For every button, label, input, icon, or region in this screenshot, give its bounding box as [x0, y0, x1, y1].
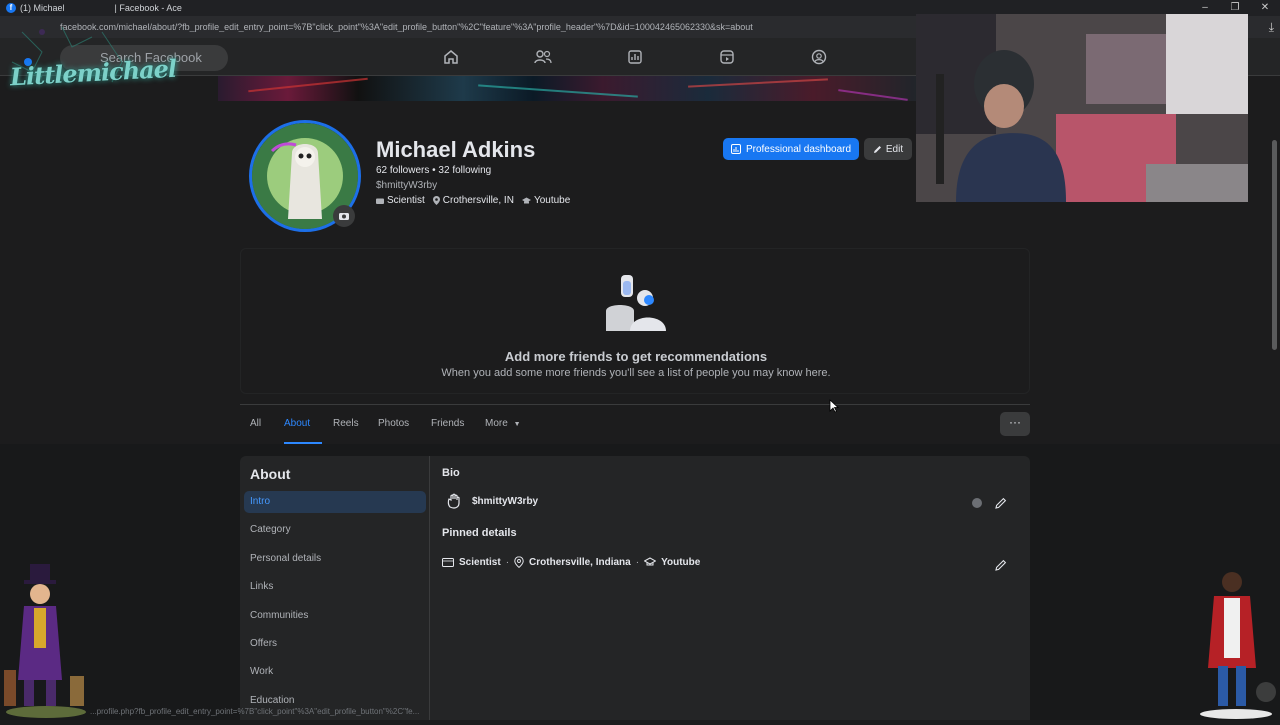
bio-row: $hmittyW3rby — [446, 493, 538, 509]
browser-tab-title[interactable]: (1) Michael — [20, 3, 65, 13]
facebook-favicon-icon: f — [6, 3, 16, 13]
about-nav-communities[interactable]: Communities — [244, 605, 426, 627]
reels-icon[interactable] — [681, 38, 773, 76]
tab-all[interactable]: All — [250, 418, 261, 429]
dashboard-icon[interactable] — [589, 38, 681, 76]
bio-heading: Bio — [442, 467, 460, 479]
more-options-button[interactable]: ··· — [1000, 412, 1030, 436]
briefcase-icon — [442, 558, 454, 567]
bio-text: $hmittyW3rby — [472, 495, 539, 507]
stream-logo-overlay: Littlemichael — [2, 22, 177, 91]
tab-photos[interactable]: Photos — [378, 418, 409, 429]
about-nav-intro[interactable]: Intro — [244, 491, 426, 513]
globe-icon — [972, 498, 982, 508]
caret-down-icon: ▼ — [513, 421, 521, 428]
graduation-cap-icon — [521, 197, 531, 204]
profile-location: Crothersville, IN — [432, 195, 514, 206]
profile-tabs: All About Reels Photos Friends More ▼ ··… — [240, 404, 1030, 445]
about-card: About Intro Category Personal details Li… — [240, 456, 1030, 720]
about-nav-offers[interactable]: Offers — [244, 633, 426, 655]
nav-icons — [405, 38, 865, 76]
profile-meta: Scientist Crothersville, IN Youtube — [376, 195, 570, 206]
profile-name: Michael Adkins — [376, 137, 536, 162]
pinned-category: Scientist — [459, 556, 501, 568]
about-nav-personal-details[interactable]: Personal details — [244, 548, 426, 570]
url-text[interactable]: facebook.com/michael/about/?fb_profile_e… — [60, 22, 920, 32]
friends-icon[interactable] — [497, 38, 589, 76]
pinned-location: Crothersville, Indiana — [529, 556, 631, 568]
chart-icon — [730, 144, 741, 154]
scrollbar-thumb[interactable] — [1272, 140, 1277, 350]
about-nav-category[interactable]: Category — [244, 519, 426, 541]
profile-follow-stats[interactable]: 62 followers • 32 following — [376, 165, 491, 176]
briefcase-icon — [376, 198, 384, 204]
tab-reels[interactable]: Reels — [333, 418, 359, 429]
friend-recommendations-card: Add more friends to get recommendations … — [240, 248, 1030, 394]
pinned-education: Youtube — [661, 556, 701, 568]
mouse-cursor-icon — [829, 399, 840, 418]
people-illustration-icon — [606, 275, 666, 331]
about-nav: About Intro Category Personal details Li… — [240, 456, 430, 720]
pinned-details-heading: Pinned details — [442, 527, 517, 539]
about-nav-work[interactable]: Work — [244, 661, 426, 683]
about-heading: About — [250, 466, 291, 482]
tab-more[interactable]: More ▼ — [485, 418, 521, 429]
profile-education: Youtube — [521, 195, 570, 206]
tab-about[interactable]: About — [284, 418, 310, 429]
professional-dashboard-button[interactable]: Professional dashboard — [723, 138, 859, 160]
tab-friends[interactable]: Friends — [431, 418, 464, 429]
graduation-cap-icon — [644, 557, 657, 566]
close-icon[interactable]: ✕ — [1250, 0, 1280, 16]
camera-icon[interactable] — [333, 205, 355, 227]
status-bar-url: ...profile.php?fb_profile_edit_entry_poi… — [90, 707, 420, 716]
edit-pinned-details-icon[interactable] — [992, 556, 1010, 574]
mascot-red-coat-figure — [1196, 568, 1280, 720]
pinned-details-row: Scientist · Crothersville, Indiana · You… — [442, 556, 700, 568]
window-title: | Facebook - Ace — [114, 3, 182, 13]
cover-photo[interactable] — [218, 76, 918, 101]
waving-hand-icon — [447, 493, 460, 509]
download-icon[interactable]: ⤓ — [1269, 20, 1274, 35]
recommendations-title: Add more friends to get recommendations — [504, 349, 768, 364]
location-pin-icon — [432, 196, 440, 205]
profile-handle: $hmittyW3rby — [376, 180, 438, 191]
profile-category: Scientist — [376, 195, 425, 206]
edit-bio-icon[interactable] — [992, 494, 1010, 512]
edit-profile-button[interactable]: Edit — [864, 138, 912, 160]
ellipsis-icon: ··· — [1009, 415, 1021, 429]
home-icon[interactable] — [405, 38, 497, 76]
recommendations-subtitle: When you add some more friends you'll se… — [441, 367, 831, 379]
webcam-overlay — [916, 14, 1248, 202]
mascot-top-hat-figure — [0, 560, 92, 720]
pencil-icon — [873, 145, 881, 153]
location-pin-icon — [514, 556, 524, 568]
about-nav-links[interactable]: Links — [244, 576, 426, 598]
groups-icon[interactable] — [773, 38, 865, 76]
